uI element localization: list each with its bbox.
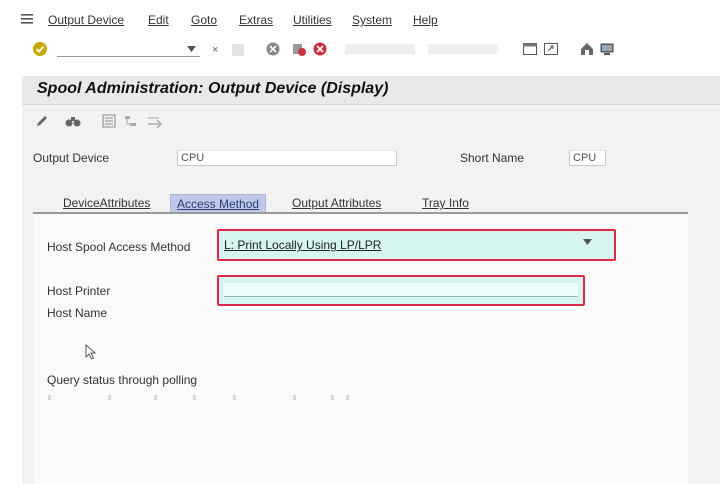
host-printer-label: Host Printer [47,284,111,298]
divider-mark [331,395,334,400]
short-name-field: CPU [569,150,606,166]
page-title: Spool Administration: Output Device (Dis… [37,80,389,97]
divider-mark [233,395,236,400]
save-icon[interactable] [232,44,244,56]
menu-edit[interactable]: Edit [148,13,169,27]
divider-mark [293,395,296,400]
cancel-icon[interactable] [311,40,329,58]
exit-icon[interactable] [290,40,308,58]
host-spool-access-method-label: Host Spool Access Method [47,240,191,254]
list-icon[interactable] [100,112,118,130]
menu-icon[interactable] [21,13,33,25]
menu-utilities[interactable]: Utilities [293,13,332,27]
output-device-field: CPU [177,150,397,166]
divider-mark [154,395,157,400]
menu-goto[interactable]: Goto [191,13,217,27]
enter-check-icon[interactable] [31,40,49,58]
output-device-label: Output Device [33,151,110,165]
tab-tray-info[interactable]: Tray Info [416,194,475,212]
query-status-polling-label: Query status through polling [47,373,198,387]
command-dropdown-icon[interactable] [187,46,196,52]
divider-mark [108,395,111,400]
tab-access-method[interactable]: Access Method [170,194,267,213]
divider-mark [193,395,196,400]
command-field[interactable] [57,42,200,57]
chevron-down-icon[interactable] [583,239,592,245]
short-name-label: Short Name [460,151,525,165]
host-printer-input[interactable] [224,283,578,297]
binoculars-icon[interactable] [64,112,82,130]
edit-pencil-icon[interactable] [33,112,51,130]
menu-system[interactable]: System [352,13,392,27]
tab-device-attributes[interactable]: DeviceAttributes [57,194,156,212]
menu-extras[interactable]: Extras [239,13,273,27]
hierarchy-icon[interactable] [122,112,140,130]
arrow-right-icon[interactable] [147,112,165,130]
divider-mark [346,395,349,400]
host-spool-access-method-value: L: Print Locally Using LP/LPR [224,238,382,252]
menu-output-device[interactable]: Output Device [48,13,124,27]
window-layout-icon[interactable] [521,40,539,58]
host-name-label: Host Name [47,306,108,320]
menu-help[interactable]: Help [413,13,438,27]
tab-output-attributes[interactable]: Output Attributes [286,194,387,212]
help-icon[interactable] [578,40,596,58]
print-find-icons [345,44,415,54]
monitor-icon[interactable] [598,40,616,58]
new-window-icon[interactable] [542,40,560,58]
back-icon[interactable] [264,40,282,58]
page-nav-icons [428,44,498,54]
mouse-cursor-icon [85,344,97,360]
close-x-icon[interactable]: × [212,44,218,56]
divider-mark [48,395,51,400]
